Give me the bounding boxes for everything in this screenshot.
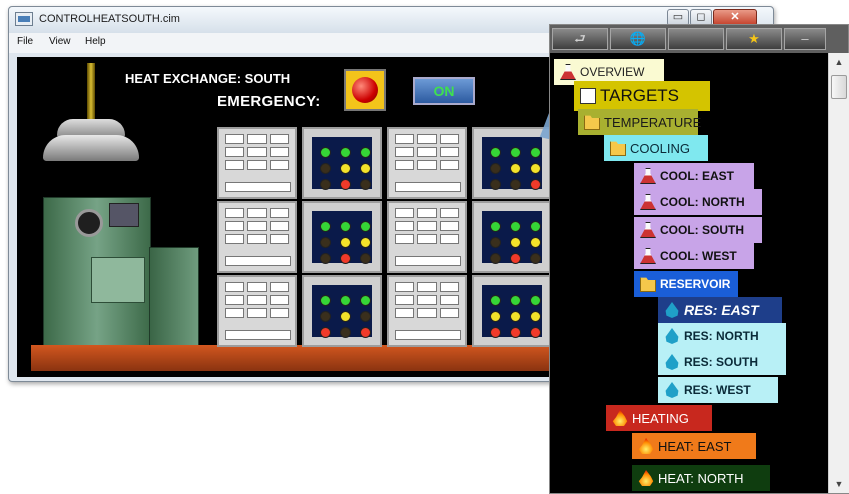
favorites-button[interactable]: ★ xyxy=(726,28,782,50)
folder-icon xyxy=(640,277,656,292)
checklist-icon xyxy=(580,88,596,104)
keypad-panel[interactable] xyxy=(387,275,467,347)
menu-view[interactable]: View xyxy=(49,36,71,47)
pipe xyxy=(87,63,95,121)
app-icon xyxy=(15,12,33,26)
floor-platform xyxy=(31,345,551,371)
tree-node[interactable]: RES: WEST xyxy=(658,377,778,403)
tree-node-label: HEATING xyxy=(632,410,689,426)
collapse-button[interactable]: – xyxy=(784,28,826,50)
back-button[interactable]: ⮐ xyxy=(552,28,608,50)
tree-node-label: RES: EAST xyxy=(684,302,759,318)
menu-help[interactable]: Help xyxy=(85,36,106,47)
tree-node[interactable]: RESERVOIR xyxy=(634,271,738,297)
emergency-stop-button[interactable] xyxy=(344,69,386,111)
keypad-panel[interactable] xyxy=(387,127,467,199)
tree-node-label: RES: SOUTH xyxy=(684,355,759,369)
flame-icon xyxy=(638,470,654,486)
window-title: CONTROLHEATSOUTH.cim xyxy=(39,13,180,25)
tree-node-label: OVERVIEW xyxy=(580,65,645,79)
tree-scrollbar[interactable]: ▲ ▼ xyxy=(828,53,849,493)
hmi-title: HEAT EXCHANGE: SOUTH xyxy=(125,71,291,86)
machine-control-panel xyxy=(91,257,145,303)
gauge-icon xyxy=(75,209,103,237)
tree-node[interactable]: COOLING xyxy=(604,135,708,161)
indicator-panel xyxy=(302,201,382,273)
navigation-tree-panel: ⮐ 🌐 ★ – OVERVIEW TARGETS TEMPERATURE COOLIN… xyxy=(549,24,849,494)
tree-node[interactable]: RES: NORTH xyxy=(658,323,786,349)
tree-node[interactable]: COOL: SOUTH xyxy=(634,217,762,243)
tree-node[interactable]: COOL: WEST xyxy=(634,243,754,269)
tree-node[interactable]: TARGETS xyxy=(574,81,710,111)
tree-node[interactable]: RES: EAST xyxy=(658,297,782,323)
tree-node-label: COOL: EAST xyxy=(660,169,734,183)
water-drop-icon xyxy=(665,354,679,370)
flask-icon xyxy=(560,64,576,80)
tree-node[interactable]: HEATING xyxy=(606,405,712,431)
flask-icon xyxy=(640,248,656,264)
flask-icon xyxy=(640,194,656,210)
scroll-up-icon[interactable]: ▲ xyxy=(829,57,849,67)
tree-node-label: HEAT: EAST xyxy=(658,438,732,454)
flame-icon xyxy=(638,438,654,454)
keypad-panel[interactable] xyxy=(217,275,297,347)
machine-side-unit xyxy=(149,247,199,347)
tree-node-label: RES: WEST xyxy=(684,383,751,397)
tree-node-label: COOL: NORTH xyxy=(660,195,745,209)
scroll-thumb[interactable] xyxy=(831,75,847,99)
scroll-down-icon[interactable]: ▼ xyxy=(829,479,849,489)
on-button[interactable]: ON xyxy=(413,77,475,105)
water-drop-icon xyxy=(665,382,679,398)
folder-icon xyxy=(610,141,626,156)
indicator-panel xyxy=(472,275,552,347)
tree-node[interactable]: HEAT: NORTH xyxy=(632,465,770,491)
tree-node-label: RES: NORTH xyxy=(684,329,759,343)
tree-node[interactable]: COOL: EAST xyxy=(634,163,754,189)
globe-button[interactable]: 🌐 xyxy=(610,28,666,50)
tree-node-label: COOLING xyxy=(630,140,690,156)
indicator-panel xyxy=(472,201,552,273)
indicator-panel xyxy=(302,275,382,347)
flask-icon xyxy=(640,168,656,184)
emergency-label: EMERGENCY: xyxy=(217,93,321,110)
flask-icon xyxy=(640,222,656,238)
keypad-panel[interactable] xyxy=(387,201,467,273)
junction-box xyxy=(109,203,139,227)
tree-node-label: TEMPERATURE xyxy=(604,114,702,130)
indicator-panel xyxy=(302,127,382,199)
tree-node[interactable]: COOL: NORTH xyxy=(634,189,762,215)
water-drop-icon xyxy=(665,328,679,344)
tree-node-label: RESERVOIR xyxy=(660,277,731,291)
tree-node-label: TARGETS xyxy=(600,86,680,105)
tree-toolbar: ⮐ 🌐 ★ – xyxy=(550,25,848,53)
keypad-panel[interactable] xyxy=(217,127,297,199)
keypad-panel[interactable] xyxy=(217,201,297,273)
tree-node[interactable]: HEAT: EAST xyxy=(632,433,756,459)
lamp-shade xyxy=(43,135,139,161)
tree-node-label: COOL: SOUTH xyxy=(660,223,744,237)
folder-icon xyxy=(584,115,600,130)
tree-node-label: HEAT: NORTH xyxy=(658,470,744,486)
desktop: CONTROLHEATSOUTH.cim ▭ ◻ ✕ File View Hel… xyxy=(0,0,849,494)
tree-node[interactable]: RES: SOUTH xyxy=(658,349,786,375)
tree-node[interactable]: TEMPERATURE xyxy=(578,109,702,135)
flame-icon xyxy=(612,410,628,426)
menu-file[interactable]: File xyxy=(17,36,33,47)
blank-button[interactable] xyxy=(668,28,724,50)
tree-node-label: COOL: WEST xyxy=(660,249,737,263)
water-drop-icon xyxy=(665,302,679,318)
